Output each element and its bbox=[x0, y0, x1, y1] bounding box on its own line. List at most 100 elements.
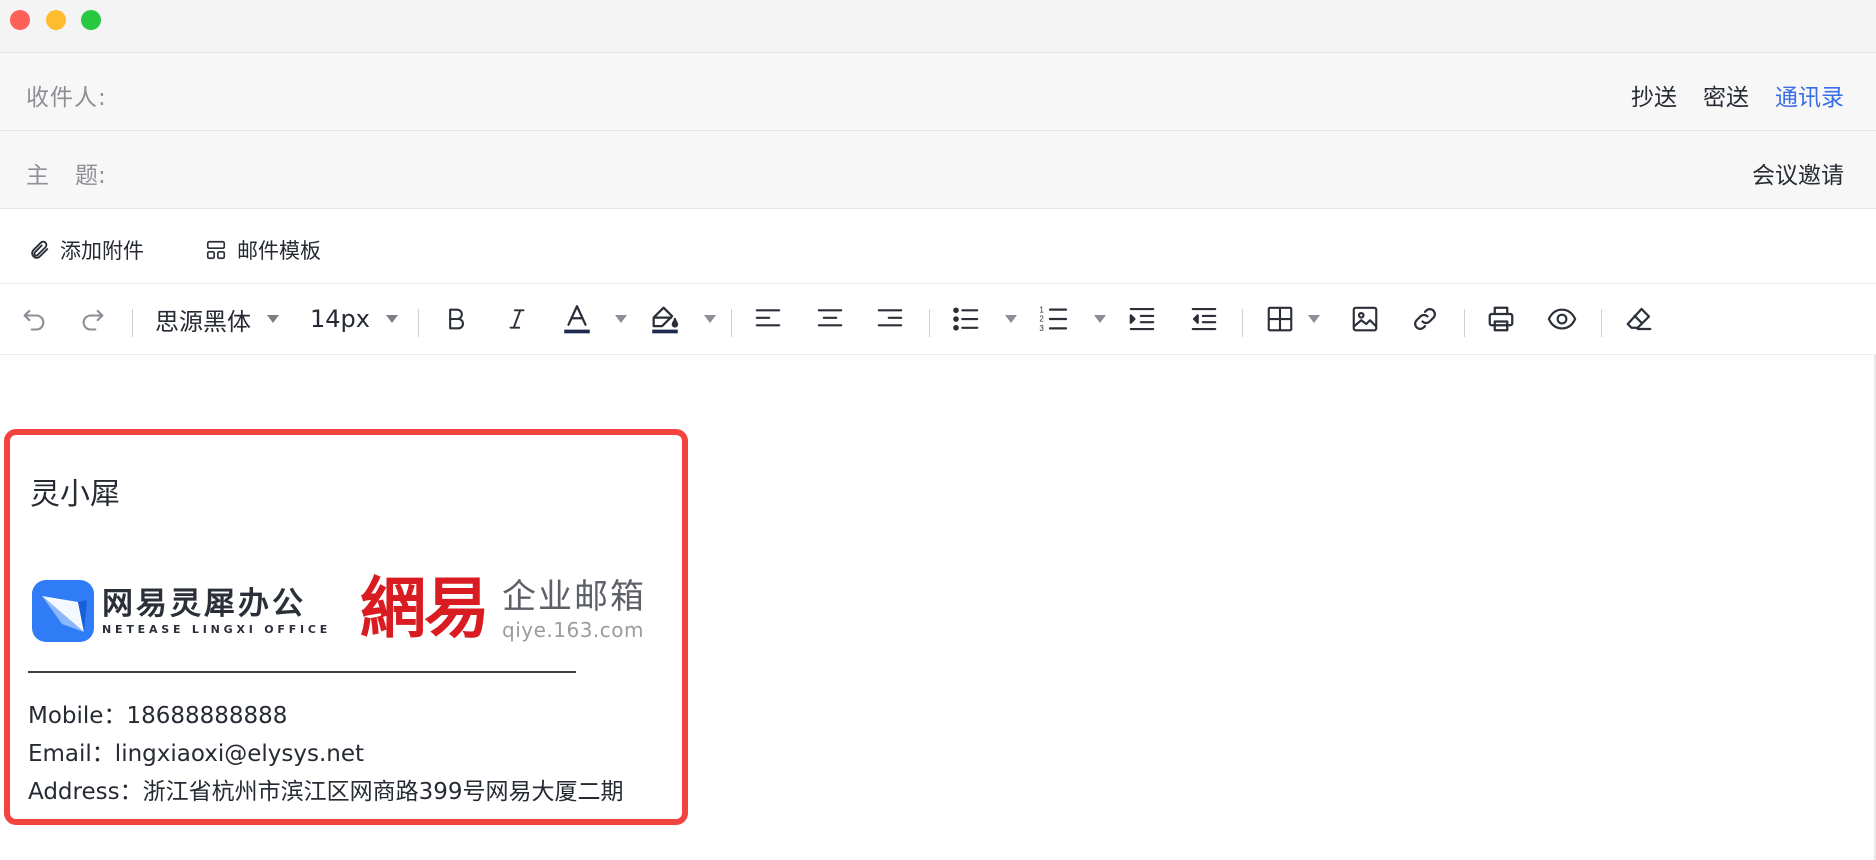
table-button[interactable] bbox=[1265, 301, 1295, 337]
preview-icon bbox=[1547, 308, 1577, 330]
add-attachment-button[interactable]: 添加附件 bbox=[28, 235, 144, 265]
enterprise-mail-url: qiye.163.com bbox=[502, 618, 644, 642]
signature-mobile: Mobile：18688888888 bbox=[28, 703, 288, 729]
font-color-button[interactable] bbox=[560, 301, 594, 337]
image-icon bbox=[1352, 306, 1378, 332]
subject-row[interactable]: 主题: 会议邀请 bbox=[0, 131, 1876, 209]
indent-button[interactable] bbox=[1126, 301, 1158, 337]
attachment-bar: 添加附件 邮件模板 bbox=[0, 209, 1876, 284]
table-icon bbox=[1267, 306, 1293, 332]
print-icon bbox=[1488, 306, 1514, 332]
indent-icon bbox=[1129, 307, 1155, 331]
compose-window: 收件人: 抄送 密送 通讯录 主题: 会议邀请 添加附件 邮件模板 思源黑体 1… bbox=[0, 0, 1876, 860]
signature-address: Address：浙江省杭州市滨江区网商路399号网易大厦二期 bbox=[28, 779, 624, 805]
chevron-down-icon bbox=[267, 315, 279, 323]
svg-text:3: 3 bbox=[1039, 324, 1044, 333]
chevron-down-icon bbox=[385, 315, 398, 323]
align-right-icon bbox=[877, 309, 903, 327]
toolbar-divider bbox=[132, 309, 133, 337]
toolbar-divider bbox=[418, 309, 419, 337]
chevron-down-icon[interactable] bbox=[1094, 315, 1106, 323]
netease-enterprise-mail-logo: 網易 企业邮箱 qiye.163.com bbox=[360, 571, 646, 645]
recipient-actions: 抄送 密送 通讯录 bbox=[1605, 78, 1844, 112]
toolbar-divider bbox=[929, 309, 930, 337]
chevron-down-icon[interactable] bbox=[1005, 315, 1017, 323]
font-family-select[interactable]: 思源黑体 bbox=[155, 301, 279, 337]
italic-icon bbox=[509, 309, 525, 329]
bcc-button[interactable]: 密送 bbox=[1703, 85, 1749, 111]
print-button[interactable] bbox=[1486, 301, 1516, 337]
preview-button[interactable] bbox=[1544, 301, 1580, 337]
subject-actions: 会议邀请 bbox=[1726, 156, 1844, 190]
subject-label: 主题: bbox=[26, 156, 106, 190]
meeting-invite-button[interactable]: 会议邀请 bbox=[1752, 163, 1844, 189]
clear-format-button[interactable] bbox=[1624, 301, 1654, 337]
toolbar-divider bbox=[1464, 309, 1465, 337]
font-size-value: 14px bbox=[310, 305, 370, 333]
cc-button[interactable]: 抄送 bbox=[1631, 85, 1677, 111]
insert-image-button[interactable] bbox=[1350, 301, 1380, 337]
clear-format-icon bbox=[1626, 307, 1652, 331]
subject-label-second: 题: bbox=[75, 163, 106, 189]
lingxi-wordmark-en: NETEASE LINGXI OFFICE bbox=[102, 622, 332, 636]
contacts-link[interactable]: 通讯录 bbox=[1775, 85, 1844, 111]
numbered-list-button[interactable]: 123 bbox=[1038, 301, 1070, 337]
maximize-window-button[interactable] bbox=[81, 10, 101, 30]
toolbar-divider bbox=[1601, 309, 1602, 337]
svg-text:2: 2 bbox=[1039, 315, 1044, 324]
close-window-button[interactable] bbox=[10, 10, 30, 30]
numbered-list-icon: 123 bbox=[1039, 305, 1068, 333]
enterprise-mail-wordmark: 企业邮箱 qiye.163.com bbox=[502, 577, 646, 642]
template-icon bbox=[206, 240, 226, 260]
signature-divider bbox=[28, 671, 576, 673]
title-bar bbox=[0, 0, 1876, 53]
redo-icon bbox=[82, 309, 104, 331]
mail-template-button[interactable]: 邮件模板 bbox=[205, 235, 321, 265]
recipient-row[interactable]: 收件人: 抄送 密送 通讯录 bbox=[0, 53, 1876, 131]
chevron-down-icon[interactable] bbox=[704, 315, 716, 323]
align-center-button[interactable] bbox=[814, 301, 846, 337]
lingxi-wordmark: 网易灵犀办公 NETEASE LINGXI OFFICE bbox=[102, 587, 331, 636]
undo-icon bbox=[23, 309, 45, 331]
font-size-select[interactable]: 14px bbox=[310, 301, 398, 337]
align-left-icon bbox=[755, 309, 781, 327]
align-right-button[interactable] bbox=[874, 301, 906, 337]
italic-button[interactable] bbox=[504, 301, 530, 337]
outdent-icon bbox=[1191, 307, 1217, 331]
add-attachment-label: 添加附件 bbox=[60, 239, 144, 263]
highlight-button[interactable] bbox=[648, 301, 682, 337]
netease-brand-text: 網易 bbox=[360, 569, 490, 647]
paperclip-icon bbox=[31, 240, 49, 259]
format-toolbar: 思源黑体 14px 1 2 3 bbox=[0, 284, 1876, 355]
bold-icon bbox=[449, 308, 464, 330]
bullet-list-icon bbox=[953, 307, 979, 331]
lingxi-logo-icon bbox=[32, 580, 94, 642]
signature-block[interactable]: 灵小犀 网易灵犀办公 NETEASE LINGXI OFFICE 網易 企业邮箱… bbox=[4, 429, 688, 825]
bold-button[interactable] bbox=[442, 301, 470, 337]
undo-button[interactable] bbox=[20, 301, 48, 337]
link-icon bbox=[1414, 308, 1436, 330]
align-left-button[interactable] bbox=[752, 301, 784, 337]
lingxi-wordmark-cn: 网易灵犀办公 bbox=[102, 585, 306, 622]
toolbar-divider bbox=[731, 309, 732, 337]
align-center-icon bbox=[817, 309, 843, 327]
highlight-icon bbox=[652, 306, 679, 334]
font-family-value: 思源黑体 bbox=[155, 307, 251, 336]
toolbar-divider bbox=[1242, 309, 1243, 337]
mail-template-label: 邮件模板 bbox=[237, 239, 321, 263]
chevron-down-icon[interactable] bbox=[1308, 315, 1320, 323]
signature-email: Email：lingxiaoxi@elysys.net bbox=[28, 741, 365, 767]
lingxi-office-logo: 网易灵犀办公 NETEASE LINGXI OFFICE bbox=[32, 580, 331, 642]
recipient-label: 收件人: bbox=[26, 85, 107, 111]
chevron-down-icon[interactable] bbox=[615, 315, 627, 323]
enterprise-mail-cn: 企业邮箱 bbox=[502, 577, 646, 617]
font-color-icon bbox=[564, 305, 590, 334]
signature-name: 灵小犀 bbox=[30, 477, 120, 512]
bullet-list-button[interactable] bbox=[950, 301, 982, 337]
minimize-window-button[interactable] bbox=[46, 10, 66, 30]
redo-button[interactable] bbox=[79, 301, 107, 337]
outdent-button[interactable] bbox=[1188, 301, 1220, 337]
svg-text:1: 1 bbox=[1039, 305, 1044, 314]
subject-label-first: 主 bbox=[26, 163, 49, 189]
insert-link-button[interactable] bbox=[1410, 301, 1440, 337]
